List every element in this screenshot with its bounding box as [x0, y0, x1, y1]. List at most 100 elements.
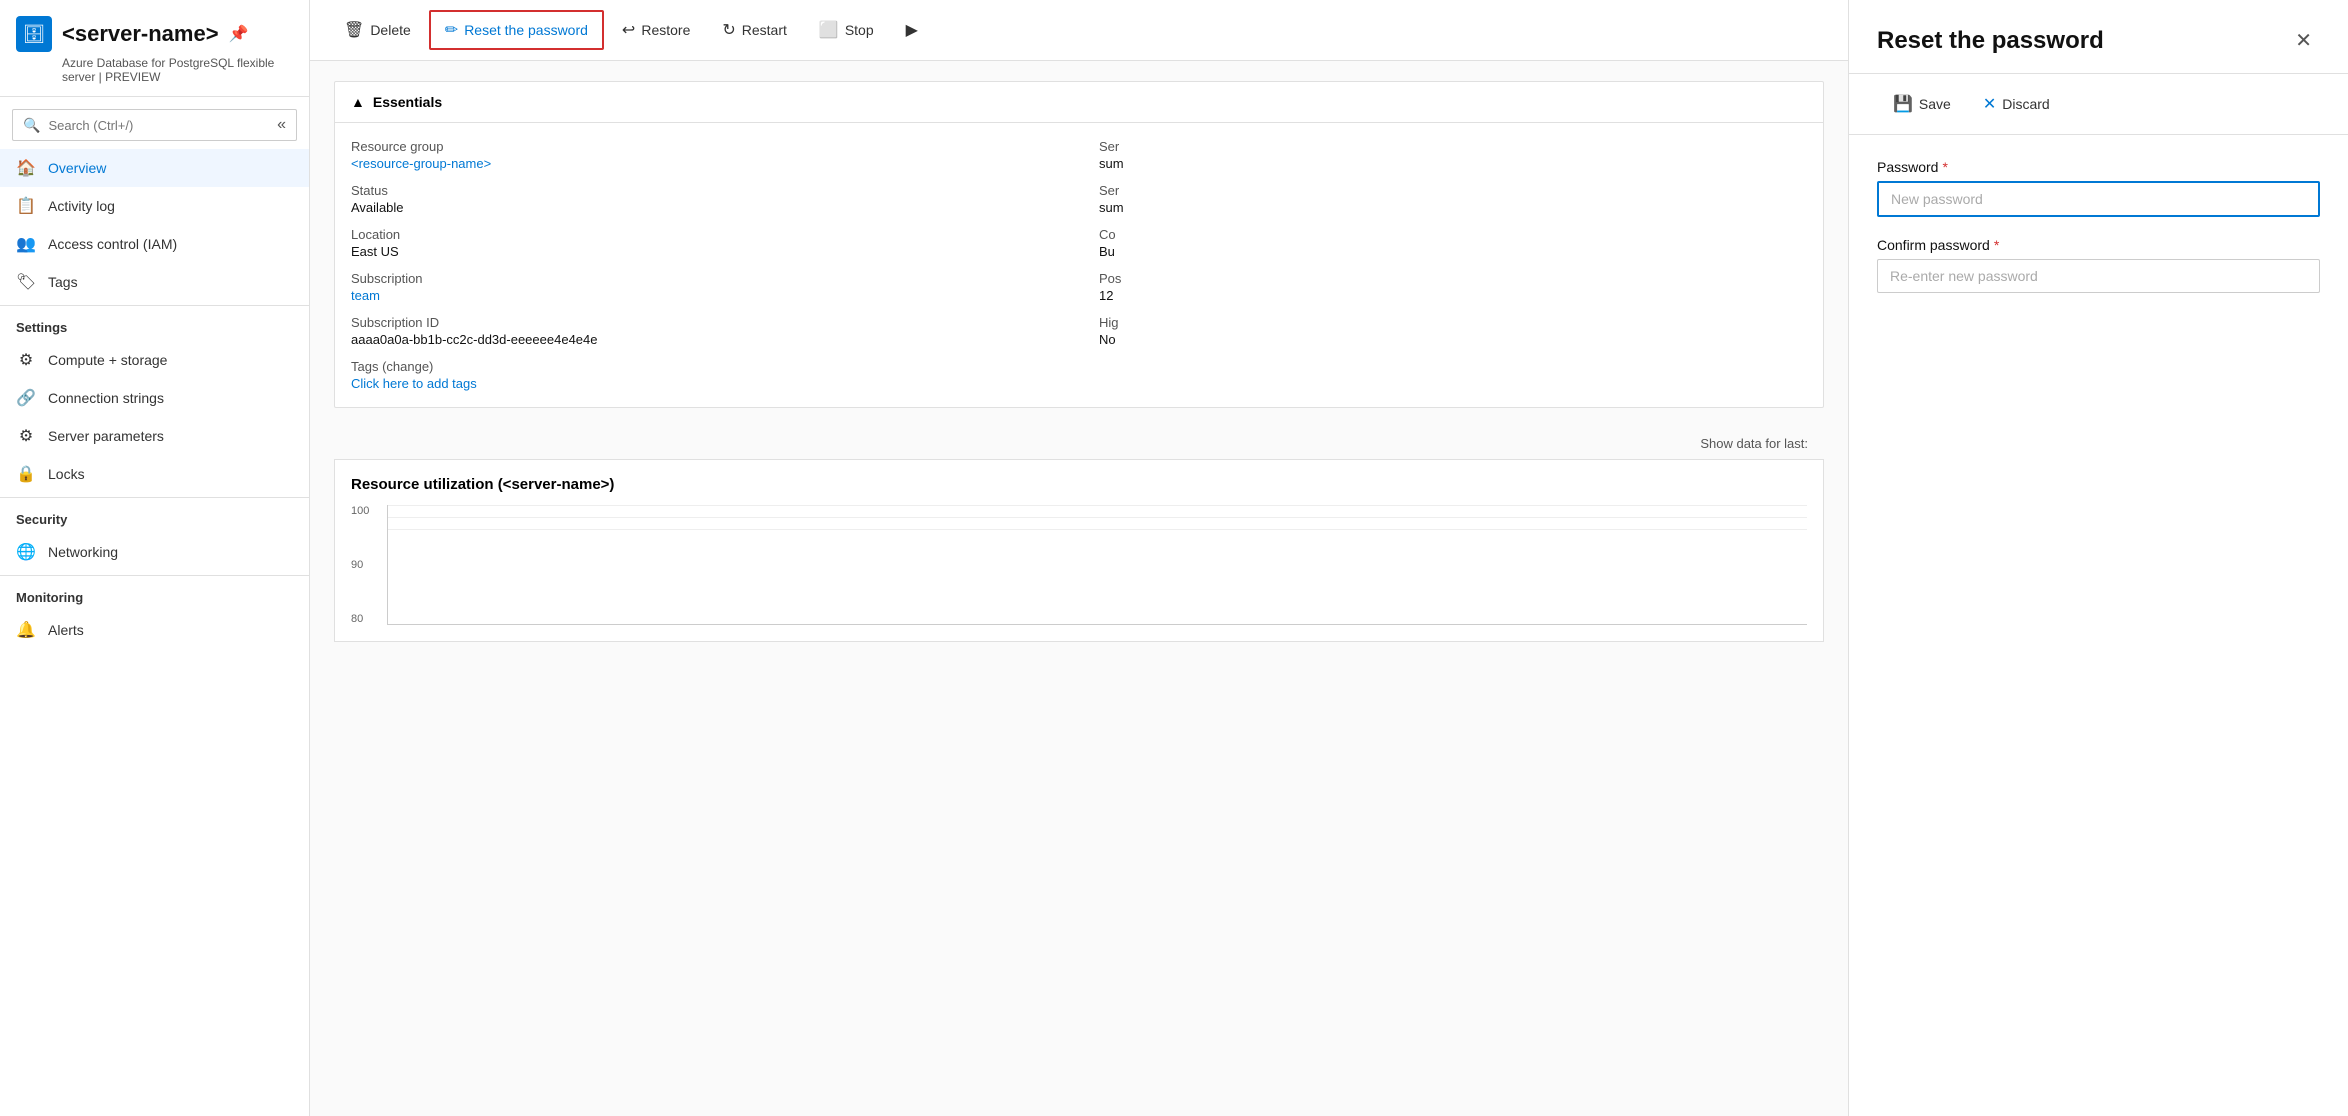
nav-items: 🏠 Overview 📋 Activity log 👥 Access contr… [0, 141, 309, 657]
restore-button[interactable]: ↩ Restore [608, 12, 704, 48]
subscription-value[interactable]: team [351, 288, 1059, 303]
sidebar-item-networking[interactable]: 🌐 Networking [0, 533, 309, 571]
resource-group-field: Resource group <resource-group-name> [351, 139, 1059, 171]
col2-val1: sum [1099, 156, 1807, 171]
reset-password-button[interactable]: ✏ Reset the password [429, 10, 604, 50]
connection-strings-icon: 🔗 [16, 388, 36, 408]
security-section-label: Security [0, 497, 309, 533]
sidebar-header: 🗄 <server-name> 📌 Azure Database for Pos… [0, 0, 309, 97]
pin-icon[interactable]: 📌 [229, 24, 249, 44]
status-field: Status Available [351, 183, 1059, 215]
restore-label: Restore [641, 22, 690, 38]
chart-y-label-90: 90 [351, 559, 369, 571]
essentials-section: ▲ Essentials Resource group <resource-gr… [334, 81, 1824, 408]
show-data-row: Show data for last: [334, 428, 1824, 459]
sidebar-item-label-overview: Overview [48, 160, 106, 176]
col2-label2: Ser [1099, 183, 1807, 198]
subscription-id-value: aaaa0a0a-bb1b-cc2c-dd3d-eeeeee4e4e4e [351, 332, 1059, 347]
gridline-80 [388, 529, 1807, 530]
restart-icon: ↻ [722, 20, 735, 40]
restore-icon: ↩ [622, 20, 635, 40]
sidebar-item-activity-log[interactable]: 📋 Activity log [0, 187, 309, 225]
access-control-icon: 👥 [16, 234, 36, 254]
col2-label3: Co [1099, 227, 1807, 242]
sidebar-item-label-compute-storage: Compute + storage [48, 352, 167, 368]
tags-icon: 🏷 [16, 272, 36, 292]
collapse-button[interactable]: « [277, 116, 286, 134]
stop-button[interactable]: ⬜ Stop [805, 12, 888, 48]
sidebar-item-overview[interactable]: 🏠 Overview [0, 149, 309, 187]
tags-add-link[interactable]: Click here to add tags [351, 376, 1059, 391]
subscription-id-field: Subscription ID aaaa0a0a-bb1b-cc2c-dd3d-… [351, 315, 1059, 347]
networking-icon: 🌐 [16, 542, 36, 562]
sidebar-item-tags[interactable]: 🏷 Tags [0, 263, 309, 301]
close-panel-button[interactable]: ✕ [2287, 24, 2320, 57]
search-icon: 🔍 [23, 117, 40, 134]
delete-icon: 🗑 [344, 20, 364, 40]
server-icon: 🗄 [16, 16, 52, 52]
col2-label5: Hig [1099, 315, 1807, 330]
more-icon: ▶ [906, 20, 918, 40]
settings-section-label: Settings [0, 305, 309, 341]
save-icon: 💾 [1893, 94, 1913, 114]
sidebar-item-label-access-control: Access control (IAM) [48, 236, 177, 252]
tags-change-link[interactable]: (change) [382, 359, 433, 374]
more-button[interactable]: ▶ [892, 12, 932, 48]
subscription-label: Subscription [351, 271, 1059, 286]
sidebar-item-label-connection-strings: Connection strings [48, 390, 164, 406]
required-star-password: * [1942, 159, 1947, 175]
sidebar-item-label-locks: Locks [48, 466, 85, 482]
panel-body: Password * Confirm password * [1849, 135, 2348, 337]
chart-area [387, 505, 1807, 625]
show-data-label: Show data for last: [1700, 436, 1808, 451]
sidebar-item-locks[interactable]: 🔒 Locks [0, 455, 309, 493]
sidebar-item-connection-strings[interactable]: 🔗 Connection strings [0, 379, 309, 417]
essentials-header[interactable]: ▲ Essentials [335, 82, 1823, 123]
panel-title: Reset the password [1877, 27, 2104, 55]
sidebar-item-compute-storage[interactable]: ⚙ Compute + storage [0, 341, 309, 379]
sidebar-item-server-parameters[interactable]: ⚙ Server parameters [0, 417, 309, 455]
server-subtitle: Azure Database for PostgreSQL flexible s… [62, 56, 293, 84]
col2-field2: Ser sum [1099, 183, 1807, 215]
delete-button[interactable]: 🗑 Delete [330, 12, 425, 48]
server-parameters-icon: ⚙ [16, 426, 36, 446]
col2-label1: Ser [1099, 139, 1807, 154]
password-input[interactable] [1877, 181, 2320, 217]
sidebar-item-label-alerts: Alerts [48, 622, 84, 638]
compute-storage-icon: ⚙ [16, 350, 36, 370]
save-button[interactable]: 💾 Save [1877, 86, 1967, 122]
location-field: Location East US [351, 227, 1059, 259]
gridline-90 [388, 517, 1807, 518]
resource-group-value[interactable]: <resource-group-name> [351, 156, 1059, 171]
essentials-body: Resource group <resource-group-name> Ser… [335, 123, 1823, 407]
chart-y-labels: 100 90 80 [351, 505, 369, 625]
discard-button[interactable]: ✕ Discard [1967, 86, 2066, 122]
sidebar-item-label-networking: Networking [48, 544, 118, 560]
status-value: Available [351, 200, 1059, 215]
server-name: <server-name> [62, 21, 219, 47]
resource-utilization-title: Resource utilization (<server-name>) [351, 476, 1807, 493]
monitoring-section-label: Monitoring [0, 575, 309, 611]
activity-log-icon: 📋 [16, 196, 36, 216]
col2-val3: Bu [1099, 244, 1807, 259]
save-label: Save [1919, 96, 1951, 112]
chevron-up-icon: ▲ [351, 94, 365, 110]
sidebar: 🗄 <server-name> 📌 Azure Database for Pos… [0, 0, 310, 1116]
confirm-password-label: Confirm password * [1877, 237, 2320, 253]
status-label: Status [351, 183, 1059, 198]
reset-password-icon: ✏ [445, 20, 458, 40]
sidebar-item-access-control[interactable]: 👥 Access control (IAM) [0, 225, 309, 263]
restart-button[interactable]: ↻ Restart [708, 12, 801, 48]
subscription-id-label: Subscription ID [351, 315, 1059, 330]
panel-header: Reset the password ✕ [1849, 0, 2348, 74]
search-input[interactable] [48, 118, 269, 133]
sidebar-item-label-activity-log: Activity log [48, 198, 115, 214]
col2-field1: Ser sum [1099, 139, 1807, 171]
toolbar: 🗑 Delete ✏ Reset the password ↩ Restore … [310, 0, 1848, 61]
col2-val4: 12 [1099, 288, 1807, 303]
confirm-password-input[interactable] [1877, 259, 2320, 293]
locks-icon: 🔒 [16, 464, 36, 484]
sidebar-item-alerts[interactable]: 🔔 Alerts [0, 611, 309, 649]
stop-icon: ⬜ [819, 20, 839, 40]
resource-utilization-section: Resource utilization (<server-name>) 100… [334, 459, 1824, 642]
